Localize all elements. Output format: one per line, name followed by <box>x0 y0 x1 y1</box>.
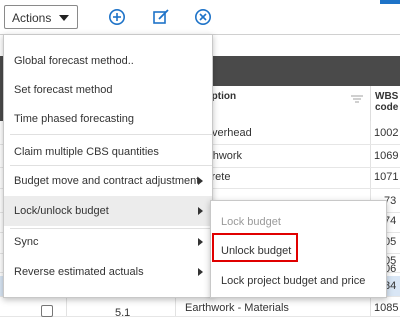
chevron-right-icon <box>198 207 203 215</box>
cell-description: Earthwork - Materials <box>185 302 289 314</box>
submenu-item-label: Unlock budget <box>221 245 292 257</box>
edit-icon[interactable] <box>152 8 170 26</box>
lock-unlock-submenu: Lock budget Unlock budget Lock project b… <box>210 200 387 298</box>
menu-item-label: Lock/unlock budget <box>14 205 109 217</box>
submenu-item-lock-project-budget-and-price[interactable]: Lock project budget and price <box>211 274 386 288</box>
menu-item-reverse-estimated-actuals[interactable]: Reverse estimated actuals <box>4 265 212 279</box>
cell-wbs: 1085 <box>374 302 399 314</box>
add-circle-icon[interactable] <box>108 8 126 26</box>
submenu-item-lock-budget: Lock budget <box>211 215 386 229</box>
column-header-label: code <box>375 102 399 113</box>
menu-item-set-forecast-method[interactable]: Set forecast method <box>4 83 212 97</box>
menu-item-label: Claim multiple CBS quantities <box>14 146 159 158</box>
menu-item-claim-multiple-cbs-quantities[interactable]: Claim multiple CBS quantities <box>4 145 212 159</box>
menu-item-global-forecast-method[interactable]: Global forecast method.. <box>4 54 212 68</box>
column-header-description[interactable]: ription <box>200 86 370 121</box>
actions-label: Actions <box>12 11 52 25</box>
menu-separator <box>10 134 212 135</box>
table-row[interactable]: 5.1 Earthwork - Materials 1085 <box>0 300 400 319</box>
menu-item-label: Time phased forecasting <box>14 113 135 125</box>
filter-icon[interactable] <box>351 95 363 103</box>
submenu-item-label: Lock budget <box>221 216 281 228</box>
menu-item-label: Sync <box>14 236 39 248</box>
menu-item-label: Global forecast method.. <box>14 55 134 67</box>
chevron-down-icon <box>59 15 69 21</box>
menu-item-time-phased-forecasting[interactable]: Time phased forecasting <box>4 112 212 126</box>
chevron-right-icon <box>198 177 203 185</box>
cell-wbs: 1002 <box>374 127 399 139</box>
menu-item-budget-move-and-contract-adjustment[interactable]: Budget move and contract adjustment <box>4 166 212 196</box>
cancel-circle-icon[interactable] <box>194 8 212 26</box>
row-checkbox[interactable] <box>41 305 53 317</box>
cell-wbs: 1071 <box>374 171 399 183</box>
submenu-item-unlock-budget[interactable]: Unlock budget <box>211 244 386 258</box>
actions-dropdown-button[interactable]: Actions <box>4 5 78 29</box>
cell-number: 5.1 <box>115 307 131 319</box>
cell-description: verhead <box>212 127 252 139</box>
column-header-label: WBS <box>375 91 399 102</box>
menu-item-label: Reverse estimated actuals <box>14 266 144 278</box>
toolbar: Actions <box>0 0 400 35</box>
chevron-right-icon <box>198 238 203 246</box>
menu-item-label: Budget move and contract adjustment <box>14 175 200 187</box>
column-header-wbs[interactable]: WBS code <box>370 86 400 121</box>
chevron-right-icon <box>198 268 203 276</box>
cell-wbs: 1069 <box>374 150 399 162</box>
menu-item-sync[interactable]: Sync <box>4 235 212 249</box>
actions-menu: Global forecast method.. Set forecast me… <box>3 34 213 298</box>
submenu-item-label: Lock project budget and price <box>221 275 366 287</box>
menu-item-label: Set forecast method <box>14 84 113 96</box>
menu-separator <box>10 228 212 229</box>
menu-item-lock-unlock-budget[interactable]: Lock/unlock budget <box>4 196 212 226</box>
window-accent-strip <box>380 0 400 4</box>
